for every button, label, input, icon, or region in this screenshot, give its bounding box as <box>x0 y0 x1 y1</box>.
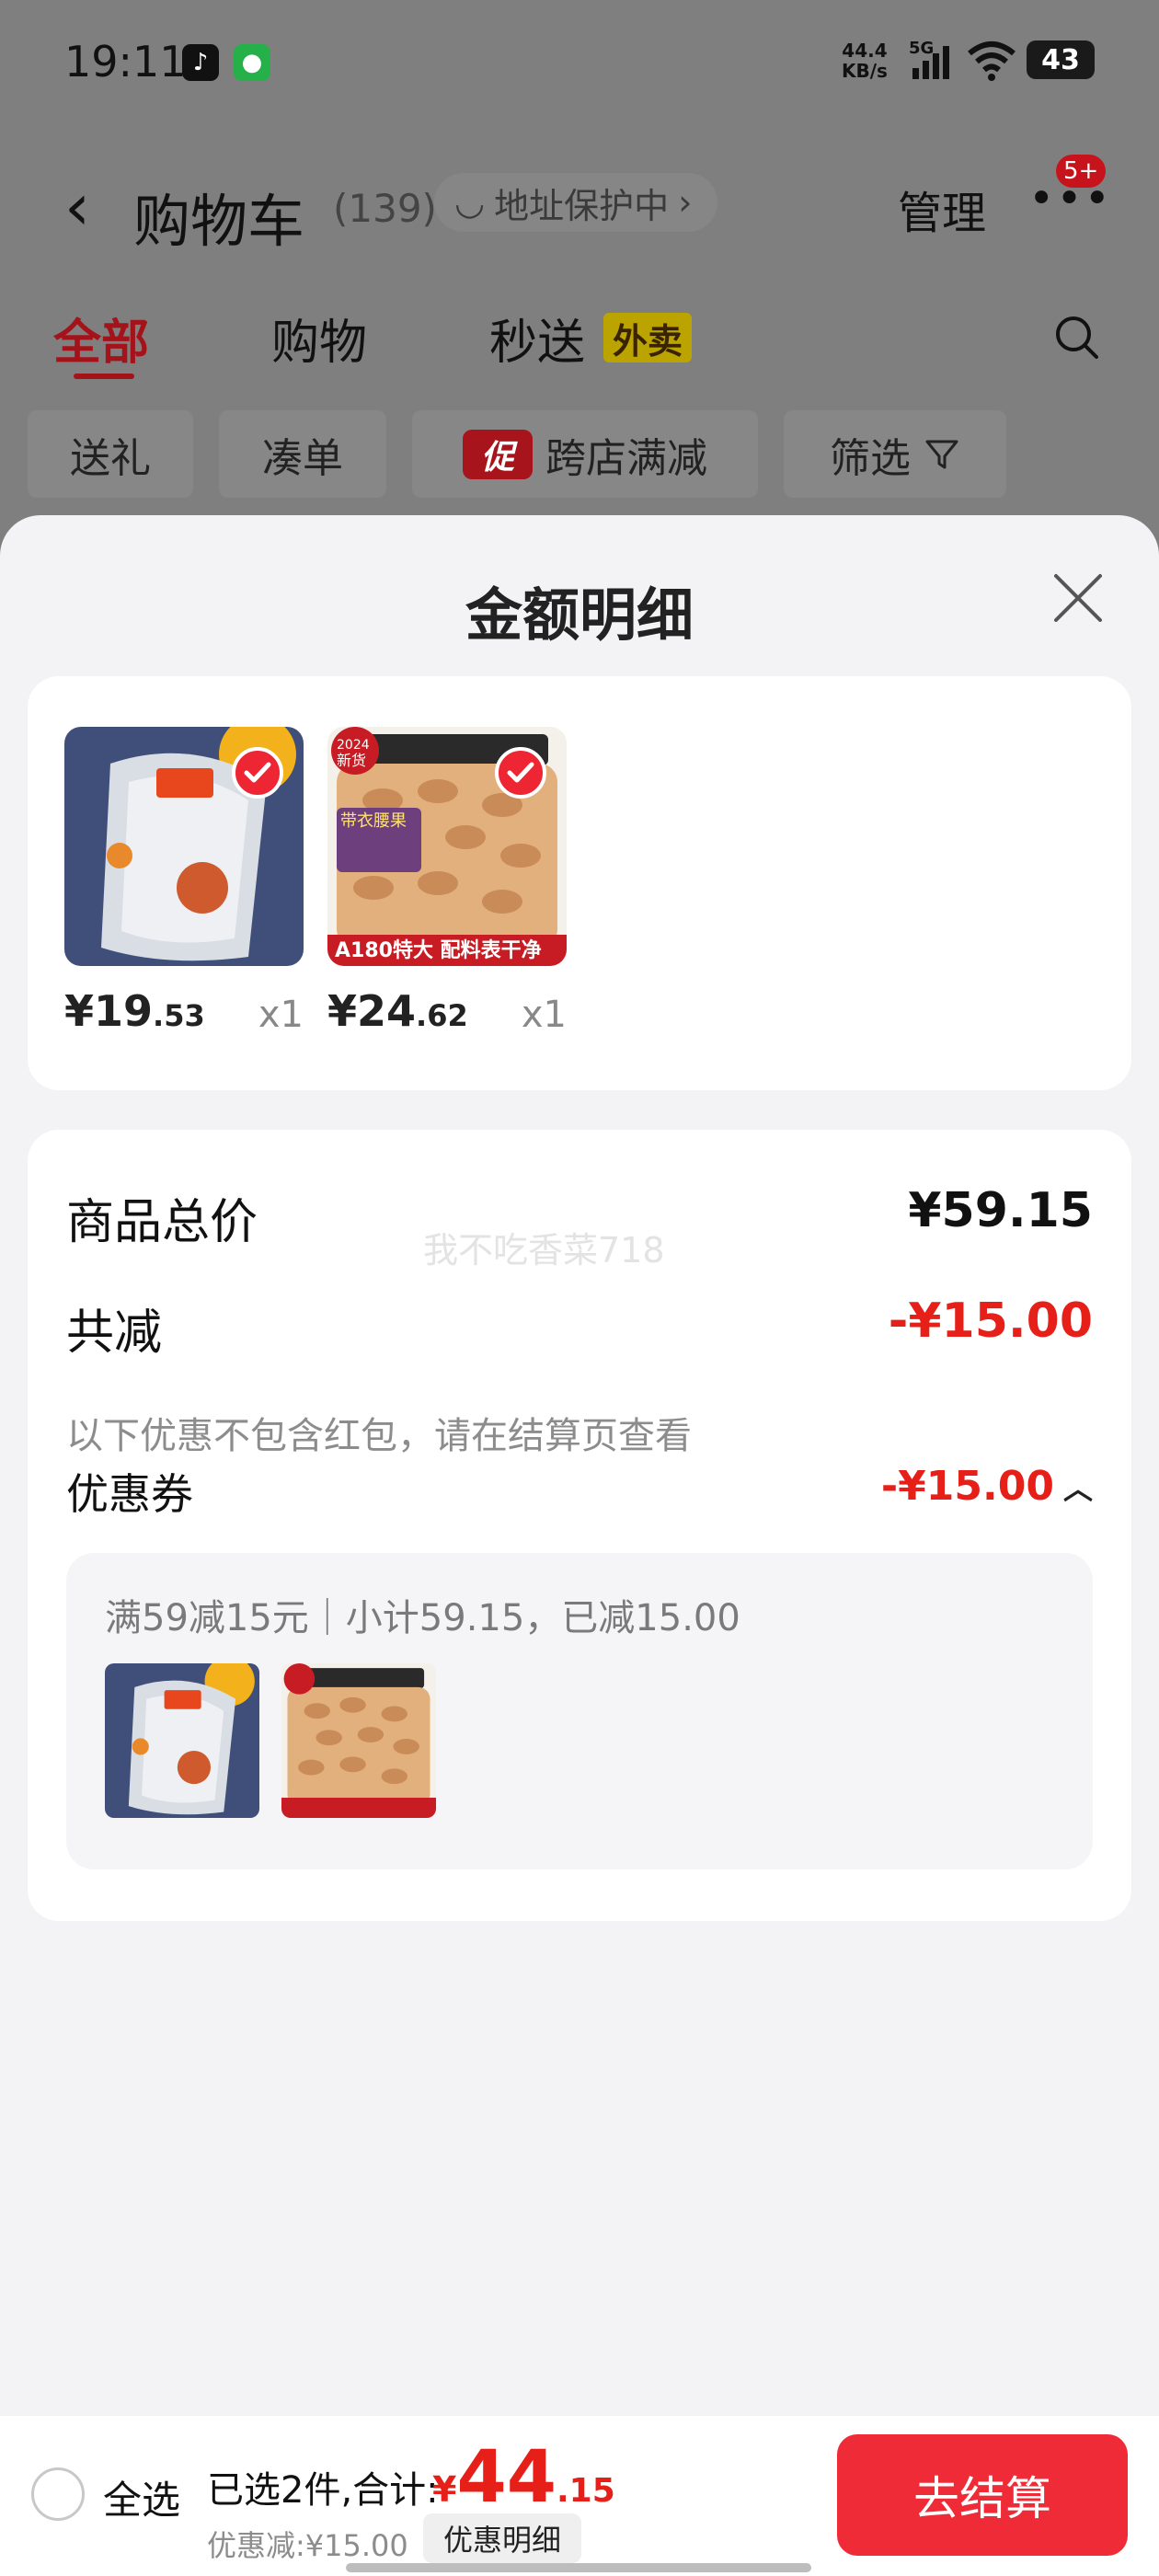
select-all-radio[interactable] <box>31 2467 85 2521</box>
peanut-bag-mini-illustration <box>105 1663 259 1818</box>
promo-tag: 促 <box>463 429 533 479</box>
total-amount: ¥44.15 <box>432 2436 615 2519</box>
shield-smile-icon: ◡ <box>454 182 486 223</box>
tiktok-icon: ♪ <box>182 44 219 81</box>
selected-item[interactable]: ¥19.53 x1 <box>64 727 304 1036</box>
total-dec: .15 <box>557 2472 615 2510</box>
tab-shopping[interactable]: 购物 <box>271 304 367 373</box>
item-price-int: ¥19 <box>64 986 154 1036</box>
search-icon[interactable] <box>1054 315 1100 361</box>
item-price-dec: .62 <box>416 998 468 1033</box>
tag-year-text: 2024 <box>337 738 370 753</box>
signal-icon <box>912 42 953 79</box>
filter-chips: 送礼 凑单 促 跨店满减 筛选 <box>0 410 1159 498</box>
cashew-jar-image: 带衣腰果 2024 新货 A180特大 配料表干净 <box>327 727 567 966</box>
address-protection-pill[interactable]: ◡ 地址保护中 › <box>434 173 718 232</box>
amount-detail-sheet: 金额明细 ¥19.53 x1 带衣腰果 2024 新货 A180特大 配料表干净… <box>0 515 1159 2576</box>
tab-all[interactable]: 全部 <box>53 304 149 373</box>
item-quantity: x1 <box>521 994 567 1036</box>
chip-cross-store-label: 跨店满减 <box>545 434 707 482</box>
selected-items-card: ¥19.53 x1 带衣腰果 2024 新货 A180特大 配料表干净 ¥24.… <box>28 676 1131 1090</box>
chip-filter[interactable]: 筛选 <box>784 410 1006 498</box>
checkout-bar: 全选 已选2件,合计: ¥44.15 优惠减:¥15.00 优惠明细 去结算 <box>0 2416 1159 2576</box>
chip-cross-store[interactable]: 促 跨店满减 <box>412 410 758 498</box>
total-int: 44 <box>456 2436 557 2519</box>
active-tab-indicator <box>74 374 134 379</box>
wifi-icon <box>968 41 1016 81</box>
filter-funnel-icon <box>925 440 958 468</box>
coupon-label: 优惠券 <box>66 1469 193 1519</box>
coupon-item-thumb <box>105 1663 259 1818</box>
peanut-bag-image <box>64 727 304 966</box>
cart-tabs: 全部 购物 秒送 外卖 <box>0 294 1159 386</box>
discount-value: -¥15.00 <box>888 1294 1093 1349</box>
coupon-detail-box: 满59减15元｜小计59.15，已减15.00 <box>66 1553 1093 1869</box>
wechat-icon: ● <box>234 44 270 81</box>
discount-detail-button[interactable]: 优惠明细 <box>423 2513 582 2563</box>
selected-summary: 已选2件,合计: <box>207 2469 439 2512</box>
discount-summary: 优惠减:¥15.00 <box>207 2528 408 2563</box>
close-icon[interactable] <box>1049 569 1107 627</box>
sheet-title: 金额明细 <box>465 581 694 649</box>
cart-page-background: 19:11 ♪ ● 44.4 KB/s 5G 43 ‹ 购物车 (139) ◡ … <box>0 0 1159 534</box>
price-summary-card: 我不吃香菜718 商品总价 ¥59.15 共减 -¥15.00 以下优惠不包含红… <box>28 1130 1131 1921</box>
chevron-up-icon: ︿ <box>1062 1470 1093 1506</box>
net-speed-value: 44.4 <box>842 40 888 62</box>
page-title: 购物车 <box>133 188 305 255</box>
chevron-right-icon: › <box>678 182 693 223</box>
discount-note: 以下优惠不包含红包，请在结算页查看 <box>66 1415 692 1457</box>
total-price-label: 商品总价 <box>66 1195 258 1250</box>
item-quantity: x1 <box>258 994 304 1036</box>
item-price-dec: .53 <box>153 998 205 1033</box>
chip-bundle-label: 凑单 <box>262 434 343 482</box>
banner-text: A180特大 配料表干净 <box>335 938 542 962</box>
tab-instant-delivery[interactable]: 秒送 <box>489 304 585 373</box>
cart-count: (139) <box>333 186 437 231</box>
checked-icon <box>232 747 283 799</box>
total-currency: ¥ <box>432 2469 457 2510</box>
cashew-jar-mini-illustration <box>281 1663 436 1818</box>
manage-button[interactable]: 管理 <box>898 177 986 241</box>
coupon-item-thumb <box>281 1663 436 1818</box>
status-time: 19:11 <box>64 37 187 86</box>
cart-navbar: ‹ 购物车 (139) ◡ 地址保护中 › 管理 ••• 5+ <box>0 147 1159 258</box>
coupon-value: -¥15.00 <box>880 1463 1054 1510</box>
notification-badge: 5+ <box>1056 155 1107 188</box>
home-indicator[interactable] <box>346 2563 811 2572</box>
chip-filter-label: 筛选 <box>830 434 911 482</box>
chip-gift-label: 送礼 <box>70 434 151 482</box>
item-price: ¥19.53 <box>64 986 205 1036</box>
net-speed-unit: KB/s <box>842 60 888 82</box>
coupon-description: 满59减15元｜小计59.15，已减15.00 <box>105 1597 740 1639</box>
net-speed: 44.4 KB/s <box>842 40 888 81</box>
watermark: 我不吃香菜718 <box>423 1230 665 1271</box>
chip-bundle[interactable]: 凑单 <box>219 410 386 498</box>
selected-item[interactable]: 带衣腰果 2024 新货 A180特大 配料表干净 ¥24.62 x1 <box>327 727 567 1036</box>
takeout-tag: 外卖 <box>603 313 693 362</box>
address-protection-label: 地址保护中 <box>494 185 670 226</box>
total-price-value: ¥59.15 <box>908 1183 1093 1238</box>
back-arrow-icon[interactable]: ‹ <box>64 175 90 239</box>
item-price-int: ¥24 <box>327 986 417 1036</box>
coupon-toggle[interactable]: -¥15.00 ︿ <box>881 1463 1093 1510</box>
discount-label: 共减 <box>66 1305 163 1361</box>
status-bar: 19:11 ♪ ● 44.4 KB/s 5G 43 <box>0 0 1159 124</box>
select-all-label[interactable]: 全选 <box>103 2469 180 2525</box>
checked-icon <box>495 747 546 799</box>
item-price: ¥24.62 <box>327 986 468 1036</box>
checkout-button[interactable]: 去结算 <box>837 2434 1128 2556</box>
chip-gift[interactable]: 送礼 <box>28 410 193 498</box>
tag-new-text: 新货 <box>337 752 366 769</box>
battery-indicator: 43 <box>1027 40 1095 79</box>
side-label-text: 带衣腰果 <box>340 811 407 831</box>
